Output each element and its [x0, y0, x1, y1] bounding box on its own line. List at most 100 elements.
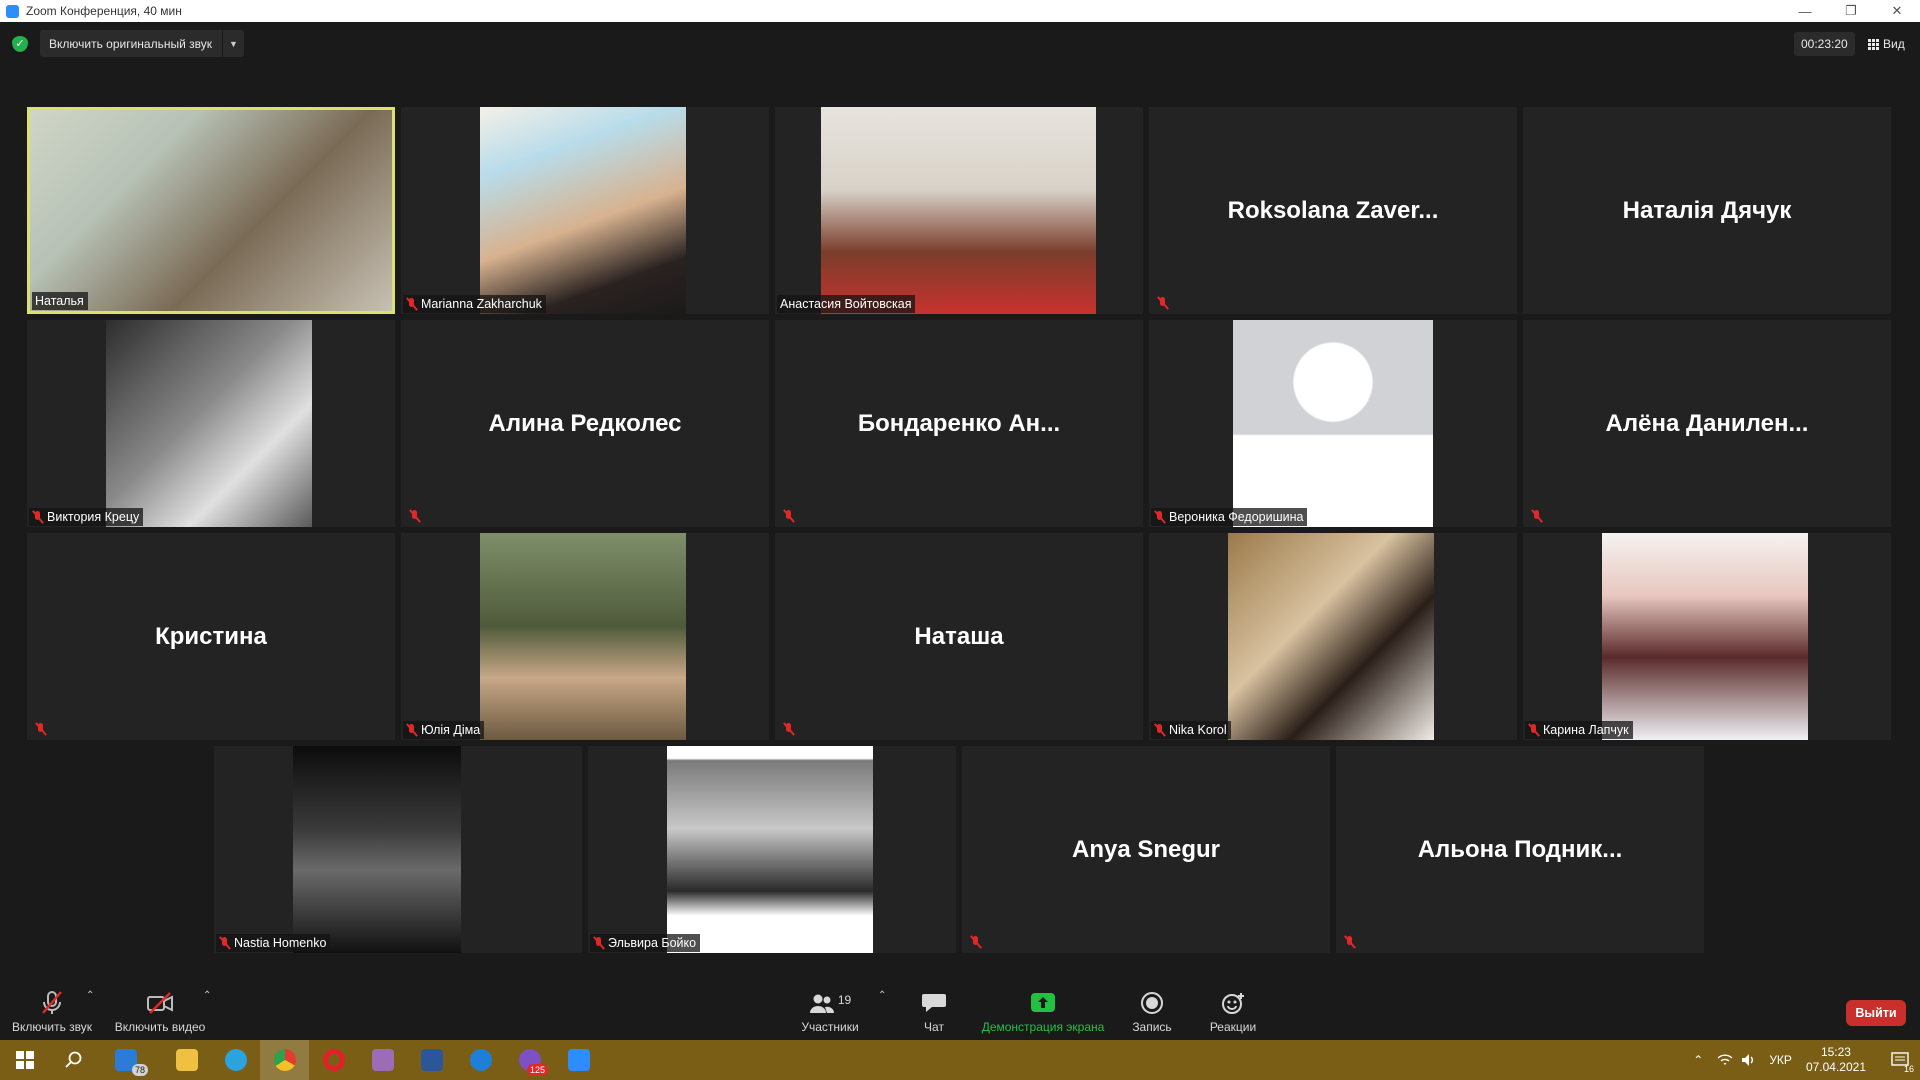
participant-name: Бондаренко Ан... — [857, 409, 1061, 437]
unmute-button[interactable]: Включить звук — [8, 982, 96, 1040]
start-video-button[interactable]: Включить видео — [112, 982, 208, 1040]
participant-tile[interactable]: Алина Редколес — [401, 320, 769, 527]
chrome-icon[interactable] — [260, 1040, 309, 1080]
word-icon[interactable] — [407, 1040, 456, 1080]
telegram-icon[interactable] — [211, 1040, 260, 1080]
folder-icon[interactable] — [162, 1040, 211, 1080]
participant-name: Карина Лапчук — [1543, 723, 1629, 737]
participant-name-tag: Marianna Zakharchuk — [403, 295, 546, 313]
participant-tile[interactable]: Наталія Дячук — [1523, 107, 1891, 314]
participant-name: Юлія Діма — [421, 723, 481, 737]
notifications-icon[interactable]: 16 — [1880, 1040, 1920, 1080]
archive-icon[interactable] — [358, 1040, 407, 1080]
participant-tile[interactable]: Наталья — [27, 107, 395, 314]
participant-video — [293, 746, 461, 953]
clock-date: 07.04.2021 — [1805, 1060, 1866, 1074]
viber-badge: 125 — [526, 1064, 548, 1076]
close-window-button[interactable]: ✕ — [1874, 0, 1920, 22]
participant-tile[interactable]: Anya Snegur — [962, 746, 1330, 953]
view-button[interactable]: Вид — [1868, 32, 1905, 56]
muted-mic-icon — [783, 722, 795, 736]
participant-name: Альона Подник... — [1417, 835, 1623, 863]
mail-icon[interactable]: 78 — [98, 1040, 154, 1080]
muted-mic-icon — [409, 509, 421, 523]
zoom-icon[interactable] — [554, 1040, 603, 1080]
participant-tile[interactable]: Наташа — [775, 533, 1143, 740]
wifi-icon[interactable] — [1717, 1053, 1733, 1067]
chevron-up-icon[interactable]: ⌃ — [1685, 1053, 1711, 1067]
participant-name-tag: Эльвира Бойко — [590, 934, 701, 952]
edge-icon[interactable] — [456, 1040, 505, 1080]
participant-name: Наталья — [35, 294, 84, 308]
minimize-button[interactable]: — — [1782, 0, 1828, 22]
muted-mic-icon — [783, 509, 795, 523]
reactions-smiley-icon — [1222, 993, 1244, 1014]
participant-name-tag: Анастасия Войтовская — [777, 295, 916, 313]
original-audio-dropdown-icon[interactable]: ▼ — [222, 30, 244, 57]
participant-name: Nika Korol — [1169, 723, 1227, 737]
participants-count: 19 — [837, 993, 852, 1007]
participant-tile[interactable]: Эльвира Бойко — [588, 746, 956, 953]
participants-chevron-up-icon[interactable]: ⌃ — [878, 990, 886, 1001]
original-audio-button[interactable]: Включить оригинальный звук ▼ — [40, 30, 245, 57]
participants-button[interactable]: 19 Участники — [796, 982, 864, 1040]
muted-mic-icon — [406, 723, 418, 737]
system-tray: ⌃ УКР 15:23 07.04.2021 16 — [1685, 1040, 1920, 1080]
participant-tile[interactable]: Nika Korol — [1149, 533, 1517, 740]
muted-mic-icon — [1528, 723, 1540, 737]
video-options-chevron-up-icon[interactable]: ⌃ — [203, 990, 211, 1001]
participant-name: Алина Редколес — [488, 409, 682, 437]
leave-meeting-button[interactable]: Выйти — [1846, 1000, 1906, 1026]
share-screen-label: Демонстрация экрана — [981, 1020, 1105, 1034]
participant-video — [1228, 533, 1434, 740]
participant-name-tag: Nika Korol — [1151, 721, 1231, 739]
share-screen-button[interactable]: Демонстрация экрана — [976, 982, 1110, 1040]
audio-options-chevron-up-icon[interactable]: ⌃ — [86, 990, 94, 1001]
volume-icon[interactable] — [1741, 1053, 1757, 1067]
muted-mic-icon — [1157, 296, 1169, 310]
opera-icon[interactable] — [309, 1040, 358, 1080]
clock[interactable]: 15:23 07.04.2021 — [1806, 1045, 1866, 1075]
participant-tile[interactable]: Кристина — [27, 533, 395, 740]
muted-mic-icon — [35, 722, 47, 736]
participant-tile[interactable]: Юлія Діма — [401, 533, 769, 740]
participant-name: Nastia Homenko — [234, 936, 327, 950]
search-icon[interactable] — [49, 1040, 98, 1080]
participant-name: Наташа — [914, 622, 1004, 650]
participant-tile[interactable]: Roksolana Zaver... — [1149, 107, 1517, 314]
viber-icon[interactable]: 125 — [505, 1040, 554, 1080]
participant-tile[interactable]: Альона Подник... — [1336, 746, 1704, 953]
participant-tile[interactable]: Алёна Данилен... — [1523, 320, 1891, 527]
record-button[interactable]: Запись — [1124, 982, 1180, 1040]
participant-tile[interactable]: Marianna Zakharchuk — [401, 107, 769, 314]
participant-tile[interactable]: Карина Лапчук — [1523, 533, 1891, 740]
participant-name-tag: Вероника Федоришина — [1151, 508, 1308, 526]
participant-tile[interactable]: Виктория Крецу — [27, 320, 395, 527]
participant-name-tag: Виктория Крецу — [29, 508, 144, 526]
muted-mic-icon — [406, 297, 418, 311]
muted-mic-icon — [32, 510, 44, 524]
title-bar: Zoom Конференция, 40 мин — ❐ ✕ — [0, 0, 1920, 22]
chat-button[interactable]: Чат — [906, 982, 962, 1040]
encryption-shield-icon[interactable]: ✓ — [12, 36, 28, 52]
participant-tile[interactable]: Бондаренко Ан... — [775, 320, 1143, 527]
clock-time: 15:23 — [1820, 1045, 1851, 1059]
muted-mic-icon — [1154, 723, 1166, 737]
participant-video — [480, 107, 686, 314]
participant-name: Алёна Данилен... — [1605, 409, 1809, 437]
participant-tile[interactable]: Вероника Федоришина — [1149, 320, 1517, 527]
original-audio-label: Включить оригинальный звук — [49, 36, 213, 51]
reactions-button[interactable]: Реакции — [1200, 982, 1266, 1040]
restore-button[interactable]: ❐ — [1828, 0, 1874, 22]
mail-badge: 78 — [131, 1064, 148, 1076]
participant-name: Виктория Крецу — [47, 510, 140, 524]
participant-video — [480, 533, 686, 740]
windows-start-icon[interactable] — [0, 1040, 49, 1080]
participant-name: Anya Snegur — [1071, 835, 1221, 863]
participants-icon — [809, 994, 834, 1013]
chat-bubble-icon — [922, 994, 946, 1012]
meeting-toolbar: Включить звук ⌃ Включить видео ⌃ 19 Учас… — [0, 982, 1920, 1040]
participant-tile[interactable]: Nastia Homenko — [214, 746, 582, 953]
participant-tile[interactable]: Анастасия Войтовская — [775, 107, 1143, 314]
language-indicator[interactable]: УКР — [1769, 1053, 1792, 1067]
